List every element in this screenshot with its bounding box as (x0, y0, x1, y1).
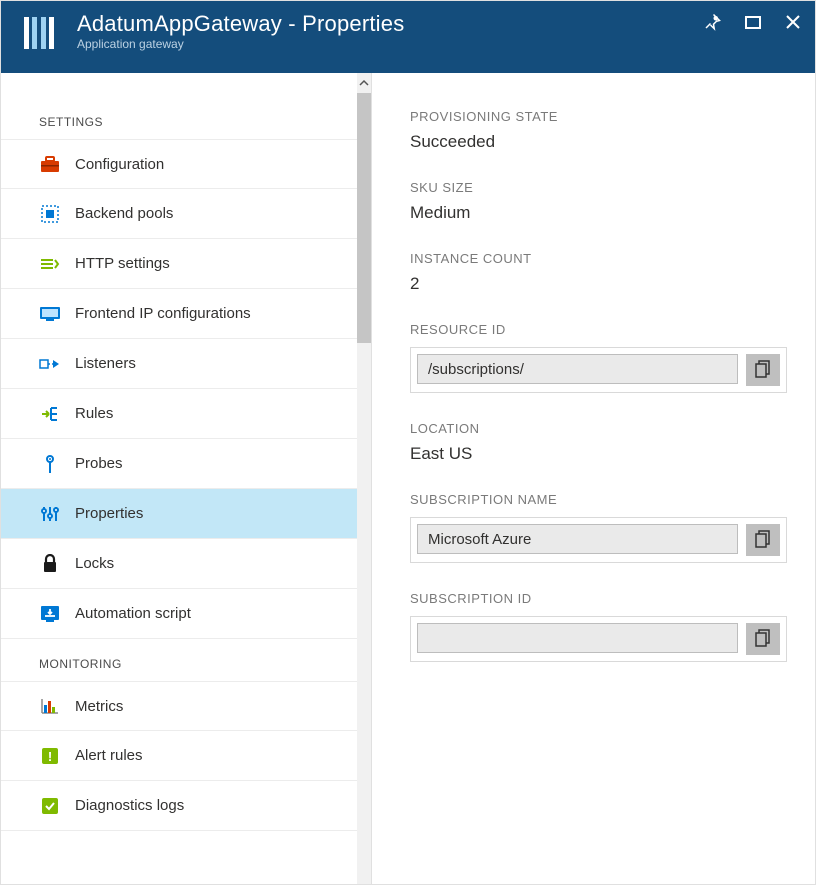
pin-icon[interactable] (703, 13, 721, 31)
listener-icon (39, 353, 61, 375)
sidebar-item-http-settings[interactable]: HTTP settings (1, 239, 371, 289)
sidebar-item-label: Metrics (75, 698, 123, 715)
label-sku-size: SKU SIZE (410, 180, 787, 195)
settings-sidebar: SETTINGS Configuration Backend pools HTT… (1, 73, 372, 884)
sidebar-item-configuration[interactable]: Configuration (1, 139, 371, 189)
rules-icon (39, 403, 61, 425)
value-location: East US (410, 444, 787, 464)
sidebar-item-metrics[interactable]: Metrics (1, 681, 371, 731)
sidebar-item-locks[interactable]: Locks (1, 539, 371, 589)
sidebar-item-label: Alert rules (75, 747, 143, 764)
sidebar-item-label: Locks (75, 555, 114, 572)
alert-icon: ! (39, 745, 61, 767)
subscription-id-row (410, 616, 787, 662)
value-provisioning-state: Succeeded (410, 132, 787, 152)
scroll-thumb[interactable] (357, 93, 371, 343)
sidebar-item-label: Rules (75, 405, 113, 422)
sidebar-item-probes[interactable]: Probes (1, 439, 371, 489)
label-provisioning-state: PROVISIONING STATE (410, 109, 787, 124)
copy-subscription-id-button[interactable] (746, 623, 780, 655)
toolbox-icon (39, 153, 61, 175)
sidebar-item-label: Properties (75, 505, 143, 522)
metrics-icon (39, 695, 61, 717)
section-header-settings: SETTINGS (1, 97, 371, 139)
svg-text:!: ! (48, 749, 52, 764)
blade-subtitle: Application gateway (77, 37, 703, 51)
sidebar-item-label: Listeners (75, 355, 136, 372)
label-location: LOCATION (410, 421, 787, 436)
section-header-monitoring: MONITORING (1, 639, 371, 681)
sidebar-item-label: Probes (75, 455, 123, 472)
sidebar-item-label: Frontend IP configurations (75, 305, 251, 322)
diag-icon (39, 795, 61, 817)
pool-icon (39, 203, 61, 225)
subscription-name-input[interactable] (417, 524, 738, 554)
sidebar-item-label: HTTP settings (75, 255, 170, 272)
label-subscription-name: SUBSCRIPTION NAME (410, 492, 787, 507)
frontend-icon (39, 303, 61, 325)
probe-icon (39, 453, 61, 475)
sidebar-item-label: Configuration (75, 156, 164, 173)
close-icon[interactable] (785, 14, 801, 30)
label-instance-count: INSTANCE COUNT (410, 251, 787, 266)
maximize-icon[interactable] (745, 14, 761, 30)
label-resource-id: RESOURCE ID (410, 322, 787, 337)
subscription-id-input[interactable] (417, 623, 738, 653)
sidebar-item-rules[interactable]: Rules (1, 389, 371, 439)
value-instance-count: 2 (410, 274, 787, 294)
sidebar-item-label: Diagnostics logs (75, 797, 184, 814)
properties-blade: AdatumAppGateway - Properties Applicatio… (0, 0, 816, 885)
sidebar-item-frontend-ip[interactable]: Frontend IP configurations (1, 289, 371, 339)
properties-icon (39, 503, 61, 525)
scroll-up-icon[interactable] (357, 73, 371, 93)
sidebar-item-alert-rules[interactable]: ! Alert rules (1, 731, 371, 781)
lock-icon (39, 553, 61, 575)
properties-detail-pane: PROVISIONING STATE Succeeded SKU SIZE Me… (372, 73, 815, 884)
copy-icon (755, 360, 771, 381)
sidebar-item-backend-pools[interactable]: Backend pools (1, 189, 371, 239)
copy-resource-id-button[interactable] (746, 354, 780, 386)
app-gateway-icon (15, 9, 63, 57)
subscription-name-row (410, 517, 787, 563)
resource-id-input[interactable] (417, 354, 738, 384)
sidebar-item-properties[interactable]: Properties (1, 489, 371, 539)
http-icon (39, 253, 61, 275)
sidebar-item-automation-script[interactable]: Automation script (1, 589, 371, 639)
sidebar-item-listeners[interactable]: Listeners (1, 339, 371, 389)
sidebar-item-label: Backend pools (75, 205, 173, 222)
value-sku-size: Medium (410, 203, 787, 223)
sidebar-scrollbar[interactable] (357, 73, 371, 884)
script-icon (39, 603, 61, 625)
copy-icon (755, 629, 771, 650)
sidebar-item-diagnostics-logs[interactable]: Diagnostics logs (1, 781, 371, 831)
resource-id-row (410, 347, 787, 393)
blade-title: AdatumAppGateway - Properties (77, 11, 703, 37)
copy-subscription-name-button[interactable] (746, 524, 780, 556)
blade-header: AdatumAppGateway - Properties Applicatio… (1, 1, 815, 73)
copy-icon (755, 530, 771, 551)
sidebar-item-label: Automation script (75, 605, 191, 622)
label-subscription-id: SUBSCRIPTION ID (410, 591, 787, 606)
